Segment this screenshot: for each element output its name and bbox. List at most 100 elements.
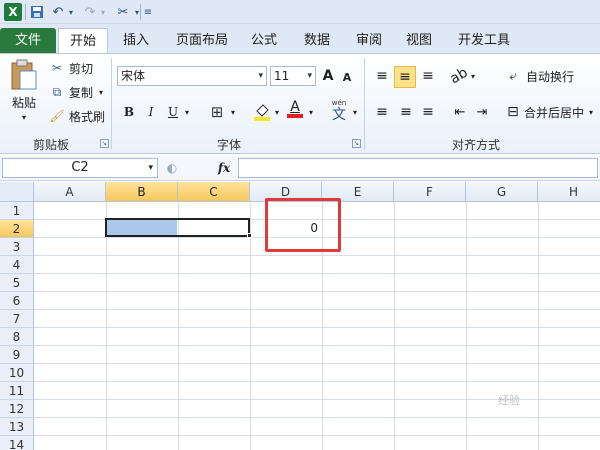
tab-developer[interactable]: 开发工具	[452, 28, 516, 53]
font-group-label: 字体	[216, 138, 241, 152]
row-header-14[interactable]: 14	[0, 436, 34, 450]
align-left-icon[interactable]: ≡	[372, 102, 392, 122]
phonetic-button[interactable]: wén 文	[328, 98, 350, 124]
format-painter-button[interactable]: 格式刷	[66, 108, 108, 124]
cut-icon[interactable]: ✂	[50, 60, 64, 76]
wrap-text-button[interactable]: 自动换行	[522, 66, 578, 86]
fill-color-icon[interactable]	[252, 100, 272, 122]
borders-icon[interactable]: ⊞	[208, 102, 226, 122]
row-header-9[interactable]: 9	[0, 346, 34, 364]
undo-dropdown-icon[interactable]: ▾	[66, 3, 76, 21]
merge-center-icon[interactable]: ⊟	[504, 102, 522, 122]
decrease-indent-icon[interactable]: ⇤	[450, 102, 470, 122]
column-header-b[interactable]: B	[106, 182, 178, 202]
row-header-10[interactable]: 10	[0, 364, 34, 382]
column-header-h[interactable]: H	[538, 182, 600, 202]
copy-button[interactable]: 复制	[66, 84, 96, 100]
row-header-6[interactable]: 6	[0, 292, 34, 310]
redo-icon[interactable]: ↷	[82, 3, 98, 21]
tab-data[interactable]: 数据	[296, 28, 338, 53]
copy-icon[interactable]: ⧉	[50, 84, 64, 100]
italic-button[interactable]: I	[142, 102, 160, 122]
phonetic-dropdown-icon[interactable]: ▾	[350, 104, 360, 120]
format-painter-icon[interactable]: 🖌	[49, 108, 64, 124]
align-right-icon[interactable]: ≡	[418, 102, 438, 122]
bottom-align-icon[interactable]: ≡	[418, 66, 438, 86]
tab-review[interactable]: 审阅	[348, 28, 390, 53]
font-size-combo[interactable]: 11 ▾	[270, 66, 316, 86]
font-color-button[interactable]: A	[286, 98, 304, 120]
column-header-a[interactable]: A	[34, 182, 106, 202]
font-color-dropdown-icon[interactable]: ▾	[306, 104, 316, 120]
copy-dropdown-icon[interactable]: ▾	[96, 86, 106, 98]
fill-color-dropdown-icon[interactable]: ▾	[272, 104, 282, 120]
formula-bar-splitter-icon[interactable]: ◐	[162, 160, 182, 176]
select-all-corner[interactable]	[0, 182, 34, 202]
borders-dropdown-icon[interactable]: ▾	[228, 104, 238, 120]
quick-access-toolbar: X ↶ ▾ ↷ ▾ ✂ ▾ ≡	[0, 0, 600, 24]
chevron-down-icon: ▾	[307, 71, 312, 81]
middle-align-icon[interactable]: ≡	[394, 66, 416, 88]
tab-view[interactable]: 视图	[398, 28, 440, 53]
row-header-13[interactable]: 13	[0, 418, 34, 436]
tab-home[interactable]: 开始	[58, 28, 108, 53]
tab-page-layout[interactable]: 页面布局	[170, 28, 234, 53]
shrink-font-button[interactable]: A	[340, 68, 354, 86]
paste-button[interactable]: 粘贴	[8, 94, 40, 110]
row-header-11[interactable]: 11	[0, 382, 34, 400]
name-box[interactable]: C2 ▾	[2, 158, 158, 178]
selection-range-b2-c2[interactable]	[105, 218, 250, 237]
annotation-highlight-box	[265, 198, 341, 252]
column-header-f[interactable]: F	[394, 182, 466, 202]
underline-button[interactable]: U	[164, 102, 182, 122]
align-center-icon[interactable]: ≡	[396, 102, 416, 122]
grid-line	[178, 202, 179, 450]
excel-logo-icon: X	[4, 3, 22, 21]
font-size-value: 11	[274, 69, 290, 83]
phonetic-small-label: wén	[331, 99, 347, 107]
chevron-down-icon: ▾	[148, 163, 153, 173]
bold-button[interactable]: B	[120, 102, 138, 122]
grid-line	[394, 202, 395, 450]
clipboard-launcher-icon[interactable]: ↘	[100, 139, 109, 148]
orientation-dropdown-icon[interactable]: ▾	[468, 68, 478, 84]
worksheet-grid[interactable]: A B C D E F G H 1 2 3 4 5 6 7 8 9 10 11 …	[0, 182, 600, 450]
redo-dropdown-icon[interactable]: ▾	[98, 3, 108, 21]
grow-font-button[interactable]: A	[320, 66, 336, 86]
tab-insert[interactable]: 插入	[114, 28, 158, 53]
grid-line	[34, 327, 600, 328]
formula-input[interactable]	[238, 158, 598, 178]
row-header-1[interactable]: 1	[0, 202, 34, 220]
top-align-icon[interactable]: ≡	[372, 66, 392, 86]
ribbon-tabs: 文件 开始 插入 页面布局 公式 数据 审阅 视图 开发工具	[0, 24, 600, 53]
row-header-5[interactable]: 5	[0, 274, 34, 292]
row-header-8[interactable]: 8	[0, 328, 34, 346]
tools-icon[interactable]: ✂	[114, 3, 132, 21]
row-header-4[interactable]: 4	[0, 256, 34, 274]
merge-dropdown-icon[interactable]: ▾	[586, 104, 596, 120]
save-icon[interactable]	[28, 3, 46, 21]
row-header-7[interactable]: 7	[0, 310, 34, 328]
font-launcher-icon[interactable]: ↘	[352, 139, 361, 148]
customize-qat-icon[interactable]: ≡	[142, 3, 154, 21]
chevron-down-icon: ▾	[258, 71, 263, 81]
formula-bar: C2 ▾ ◐ fx	[0, 156, 600, 181]
column-header-c[interactable]: C	[178, 182, 250, 202]
insert-function-button[interactable]: fx	[214, 159, 234, 177]
paste-icon[interactable]	[6, 58, 40, 92]
tab-formulas[interactable]: 公式	[244, 28, 284, 53]
wrap-text-icon[interactable]: ⤶	[504, 66, 522, 86]
underline-dropdown-icon[interactable]: ▾	[182, 104, 192, 120]
row-header-12[interactable]: 12	[0, 400, 34, 418]
merge-center-button[interactable]: 合并后居中	[522, 102, 586, 122]
grid-line	[34, 291, 600, 292]
undo-icon[interactable]: ↶	[50, 3, 66, 21]
tab-file[interactable]: 文件	[0, 28, 56, 53]
row-header-2[interactable]: 2	[0, 220, 34, 238]
paste-dropdown-icon[interactable]: ▾	[18, 112, 30, 122]
cut-button[interactable]: 剪切	[66, 60, 96, 76]
font-name-combo[interactable]: 宋体 ▾	[117, 66, 267, 86]
increase-indent-icon[interactable]: ⇥	[472, 102, 492, 122]
column-header-g[interactable]: G	[466, 182, 538, 202]
row-header-3[interactable]: 3	[0, 238, 34, 256]
